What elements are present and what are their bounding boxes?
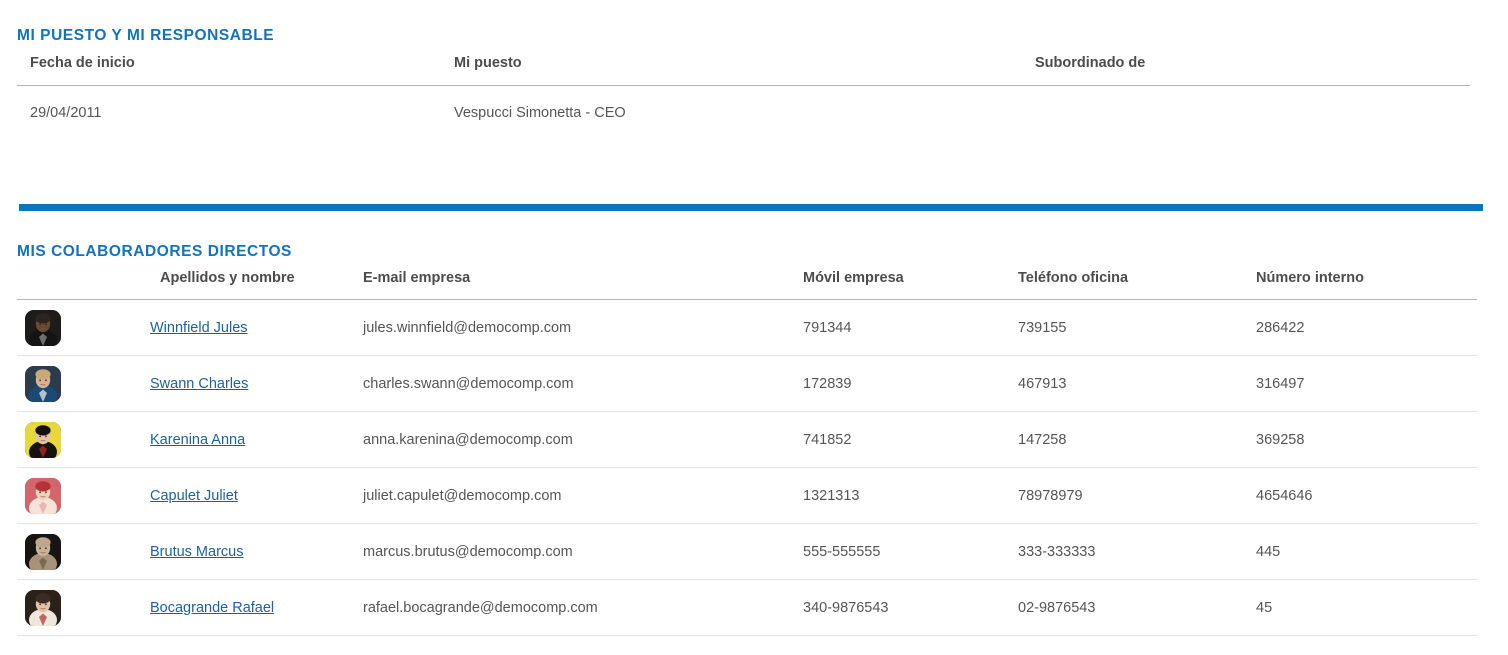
cell-office-phone: 739155 xyxy=(1015,299,1253,356)
cell-company-mobile: 1321313 xyxy=(800,467,1015,524)
employee-profile-page: MI PUESTO Y MI RESPONSABLE Fecha de inic… xyxy=(0,0,1508,655)
avatar-winnfield-jules-icon[interactable] xyxy=(25,309,61,346)
column-header-reports-to: Subordinado de xyxy=(1027,55,1470,86)
table-row: Capulet Juliet juliet.capulet@democomp.co… xyxy=(17,467,1477,524)
cell-full-name: Capulet Juliet xyxy=(89,467,362,524)
person-link[interactable]: Brutus Marcus xyxy=(150,544,243,560)
cell-office-phone: 78978979 xyxy=(1015,467,1253,524)
person-link[interactable]: Capulet Juliet xyxy=(150,488,238,504)
cell-internal-number: 369258 xyxy=(1253,411,1477,468)
table-row: Brutus Marcus marcus.brutus@democomp.com 5… xyxy=(17,523,1477,580)
person-link[interactable]: Karenina Anna xyxy=(150,432,245,448)
table-header-row: Fecha de inicio Mi puesto Subordinado de xyxy=(17,55,1470,86)
avatar-karenina-anna-icon[interactable] xyxy=(25,421,61,458)
cell-internal-number: 316497 xyxy=(1253,355,1477,412)
cell-company-email: charles.swann@democomp.com xyxy=(362,355,800,412)
cell-reports-to xyxy=(1027,86,1470,138)
cell-avatar xyxy=(17,579,89,636)
cell-internal-number: 45 xyxy=(1253,579,1477,636)
cell-avatar xyxy=(17,523,89,580)
table-row: 29/04/2011 Vespucci Simonetta - CEO xyxy=(17,86,1470,138)
cell-company-email: jules.winnfield@democomp.com xyxy=(362,299,800,356)
cell-internal-number: 286422 xyxy=(1253,299,1477,356)
direct-reports-rows: Winnfield Jules jules.winnfield@democomp.… xyxy=(17,299,1477,636)
cell-company-email: anna.karenina@democomp.com xyxy=(362,411,800,468)
section-my-position: MI PUESTO Y MI RESPONSABLE Fecha de inic… xyxy=(0,0,1508,196)
person-link[interactable]: Winnfield Jules xyxy=(150,320,248,336)
cell-avatar xyxy=(17,355,89,412)
direct-reports-table-container: Apellidos y nombre E-mail empresa Móvil … xyxy=(17,270,1477,636)
column-header-office-phone: Teléfono oficina xyxy=(1015,270,1253,300)
column-header-full-name: Apellidos y nombre xyxy=(89,270,362,300)
cell-start-date: 29/04/2011 xyxy=(30,104,102,121)
column-header-internal-number: Número interno xyxy=(1253,270,1477,300)
column-header-company-email: E-mail empresa xyxy=(362,270,800,300)
table-row: Karenina Anna anna.karenina@democomp.com 7… xyxy=(17,411,1477,468)
cell-company-mobile: 172839 xyxy=(800,355,1015,412)
person-link[interactable]: Swann Charles xyxy=(150,376,248,392)
my-position-table-container: Fecha de inicio Mi puesto Subordinado de… xyxy=(17,55,1470,138)
section-title-direct-reports: MIS COLABORADORES DIRECTOS xyxy=(17,242,292,260)
cell-company-mobile: 555-555555 xyxy=(800,523,1015,580)
cell-full-name: Bocagrande Rafael xyxy=(89,579,362,636)
cell-full-name: Karenina Anna xyxy=(89,411,362,468)
avatar-capulet-juliet-icon[interactable] xyxy=(25,477,61,514)
table-row: Winnfield Jules jules.winnfield@democomp.… xyxy=(17,299,1477,356)
direct-reports-table: Apellidos y nombre E-mail empresa Móvil … xyxy=(17,270,1477,636)
column-header-company-mobile: Móvil empresa xyxy=(800,270,1015,300)
cell-office-phone: 333-333333 xyxy=(1015,523,1253,580)
cell-company-mobile: 340-9876543 xyxy=(800,579,1015,636)
my-position-table: Fecha de inicio Mi puesto Subordinado de… xyxy=(17,55,1470,138)
cell-company-mobile: 791344 xyxy=(800,299,1015,356)
column-header-avatar xyxy=(17,270,89,300)
avatar-swann-charles-icon[interactable] xyxy=(25,365,61,402)
cell-avatar xyxy=(17,411,89,468)
column-header-my-job: Mi puesto xyxy=(442,55,1027,86)
avatar-brutus-marcus-icon[interactable] xyxy=(25,533,61,570)
cell-full-name: Winnfield Jules xyxy=(89,299,362,356)
cell-office-phone: 147258 xyxy=(1015,411,1253,468)
cell-internal-number: 4654646 xyxy=(1253,467,1477,524)
cell-full-name: Swann Charles xyxy=(89,355,362,412)
person-link[interactable]: Bocagrande Rafael xyxy=(150,600,274,616)
section-title-my-position: MI PUESTO Y MI RESPONSABLE xyxy=(17,26,275,44)
avatar-bocagrande-rafael-icon[interactable] xyxy=(25,589,61,626)
column-header-start-date: Fecha de inicio xyxy=(17,55,442,86)
cell-avatar xyxy=(17,467,89,524)
section-divider-bar xyxy=(19,204,1483,211)
table-header-row: Apellidos y nombre E-mail empresa Móvil … xyxy=(17,270,1477,300)
cell-avatar xyxy=(17,299,89,356)
cell-company-email: rafael.bocagrande@democomp.com xyxy=(362,579,800,636)
cell-company-mobile: 741852 xyxy=(800,411,1015,468)
table-row: Swann Charles charles.swann@democomp.com 1… xyxy=(17,355,1477,412)
cell-office-phone: 467913 xyxy=(1015,355,1253,412)
cell-office-phone: 02-9876543 xyxy=(1015,579,1253,636)
table-row: Bocagrande Rafael rafael.bocagrande@democ… xyxy=(17,579,1477,636)
cell-company-email: juliet.capulet@democomp.com xyxy=(362,467,800,524)
cell-internal-number: 445 xyxy=(1253,523,1477,580)
cell-full-name: Brutus Marcus xyxy=(89,523,362,580)
cell-my-job: Vespucci Simonetta - CEO xyxy=(454,104,626,121)
cell-company-email: marcus.brutus@democomp.com xyxy=(362,523,800,580)
